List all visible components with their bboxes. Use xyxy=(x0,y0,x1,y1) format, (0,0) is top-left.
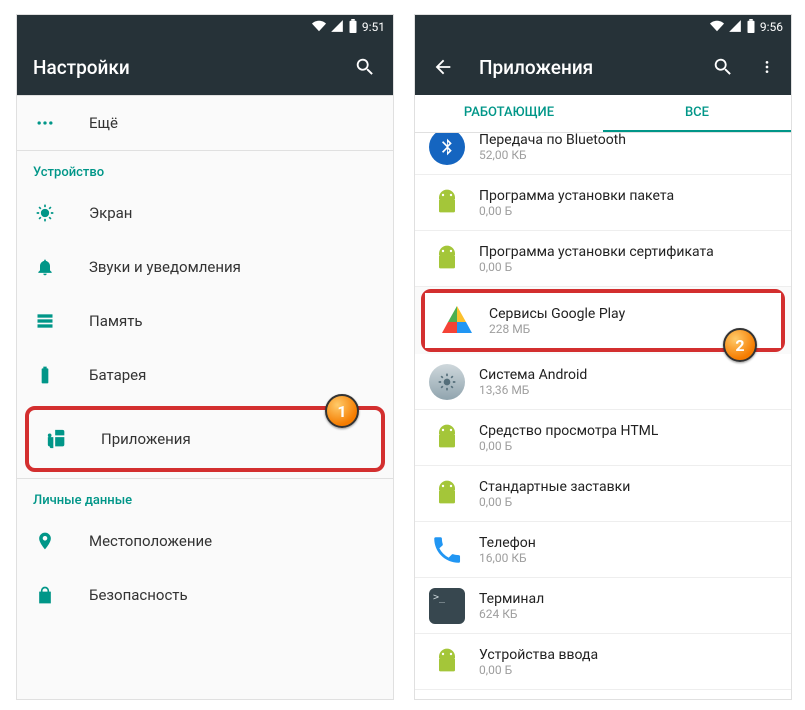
location-icon xyxy=(33,531,57,551)
android-icon xyxy=(429,185,465,221)
more-icon xyxy=(33,113,57,133)
phone-icon xyxy=(429,532,465,568)
app-name: Телефон xyxy=(479,535,536,551)
highlight-apps: Приложения 1 xyxy=(25,406,385,472)
app-bar: Настройки xyxy=(17,39,393,95)
bell-icon xyxy=(33,257,57,277)
search-icon[interactable] xyxy=(353,55,377,79)
item-label: Память xyxy=(89,312,143,330)
lock-icon xyxy=(33,585,57,605)
settings-item-location[interactable]: Местоположение xyxy=(17,514,393,568)
terminal-icon: >_ xyxy=(429,588,465,624)
app-row-terminal[interactable]: >_ Терминал 624 КБ xyxy=(415,578,791,634)
item-label: Батарея xyxy=(89,366,146,384)
settings-item-storage[interactable]: Память xyxy=(17,294,393,348)
app-size: 0,00 Б xyxy=(479,260,714,274)
app-row-files[interactable]: Файлы 112 КБ xyxy=(415,690,791,700)
android-icon xyxy=(429,241,465,277)
section-device-header: Устройство xyxy=(17,151,393,186)
status-bar: 9:51 xyxy=(17,15,393,39)
item-label: Звуки и уведомления xyxy=(89,258,241,276)
app-size: 52,00 КБ xyxy=(479,148,626,162)
settings-item-sound[interactable]: Звуки и уведомления xyxy=(17,240,393,294)
app-bar: Приложения xyxy=(415,39,791,95)
app-row-bluetooth[interactable]: Передача по Bluetooth 52,00 КБ xyxy=(415,133,791,175)
app-name: Сервисы Google Play xyxy=(489,306,625,322)
item-label: Ещё xyxy=(89,114,118,132)
app-name: Устройства ввода xyxy=(479,647,598,663)
status-bar: 9:56 xyxy=(415,15,791,39)
page-title: Приложения xyxy=(479,56,687,79)
page-title: Настройки xyxy=(33,56,329,79)
app-size: 0,00 Б xyxy=(479,439,658,453)
android-icon xyxy=(429,420,465,456)
item-label: Экран xyxy=(89,204,132,222)
app-name: Средство просмотра HTML xyxy=(479,423,658,439)
status-time: 9:51 xyxy=(362,20,385,34)
highlight-play-services: Сервисы Google Play 228 МБ 2 xyxy=(421,289,785,352)
app-name: Передача по Bluetooth xyxy=(479,133,626,148)
signal-icon xyxy=(330,19,344,36)
app-row-html-viewer[interactable]: Средство просмотра HTML 0,00 Б xyxy=(415,410,791,466)
back-icon[interactable] xyxy=(431,55,455,79)
app-row-android-system[interactable]: Система Android 13,36 МБ xyxy=(415,354,791,410)
app-size: 13,36 МБ xyxy=(479,383,587,397)
app-row-cert-installer[interactable]: Программа установки сертификата 0,00 Б xyxy=(415,231,791,287)
step-badge-1: 1 xyxy=(325,394,359,428)
android-icon xyxy=(429,476,465,512)
settings-item-display[interactable]: Экран xyxy=(17,186,393,240)
battery-icon xyxy=(33,365,57,385)
app-size: 228 МБ xyxy=(489,322,625,336)
system-icon xyxy=(429,364,465,400)
app-size: 16,00 КБ xyxy=(479,551,536,565)
tabs: РАБОТАЮЩИЕ ВСЕ xyxy=(415,95,791,133)
app-name: Программа установки сертификата xyxy=(479,244,714,260)
phone-settings: 9:51 Настройки Ещё Устройство Экран З xyxy=(16,14,394,700)
app-name: Стандартные заставки xyxy=(479,479,630,495)
overflow-icon[interactable] xyxy=(759,55,775,79)
app-list[interactable]: Передача по Bluetooth 52,00 КБ Программа… xyxy=(415,133,791,700)
apps-icon xyxy=(45,428,69,450)
item-label: Приложения xyxy=(101,430,191,448)
app-row-phone[interactable]: Телефон 16,00 КБ xyxy=(415,522,791,578)
app-name: Программа установки пакета xyxy=(479,188,674,204)
app-size: 0,00 Б xyxy=(479,663,598,677)
bluetooth-icon xyxy=(429,133,465,165)
app-row-package-installer[interactable]: Программа установки пакета 0,00 Б xyxy=(415,175,791,231)
item-label: Местоположение xyxy=(89,532,212,550)
storage-icon xyxy=(33,311,57,331)
tab-running[interactable]: РАБОТАЮЩИЕ xyxy=(415,95,603,132)
app-row-input-devices[interactable]: Устройства ввода 0,00 Б xyxy=(415,634,791,690)
app-size: 0,00 Б xyxy=(479,204,674,218)
android-icon xyxy=(429,644,465,680)
search-icon[interactable] xyxy=(711,55,735,79)
app-size: 624 КБ xyxy=(479,607,544,621)
settings-list: Ещё Устройство Экран Звуки и уведомления… xyxy=(17,95,393,622)
step-badge-2: 2 xyxy=(723,328,757,362)
app-size: 0,00 Б xyxy=(479,495,630,509)
settings-item-more[interactable]: Ещё xyxy=(17,96,393,150)
phone-apps: 9:56 Приложения РАБОТАЮЩИЕ ВСЕ Передача … xyxy=(414,14,792,700)
settings-item-security[interactable]: Безопасность xyxy=(17,568,393,622)
section-personal-header: Личные данные xyxy=(17,479,393,514)
signal-icon xyxy=(728,19,742,36)
wifi-icon xyxy=(312,19,326,36)
app-row-dreams[interactable]: Стандартные заставки 0,00 Б xyxy=(415,466,791,522)
play-services-icon xyxy=(439,303,475,339)
battery-icon xyxy=(348,19,358,36)
app-name: Терминал xyxy=(479,591,544,607)
battery-icon xyxy=(746,19,756,36)
item-label: Безопасность xyxy=(89,586,188,604)
files-icon xyxy=(429,700,465,701)
wifi-icon xyxy=(710,19,724,36)
status-time: 9:56 xyxy=(760,20,783,34)
display-icon xyxy=(33,203,57,223)
tab-all[interactable]: ВСЕ xyxy=(603,95,791,132)
app-name: Система Android xyxy=(479,367,587,383)
